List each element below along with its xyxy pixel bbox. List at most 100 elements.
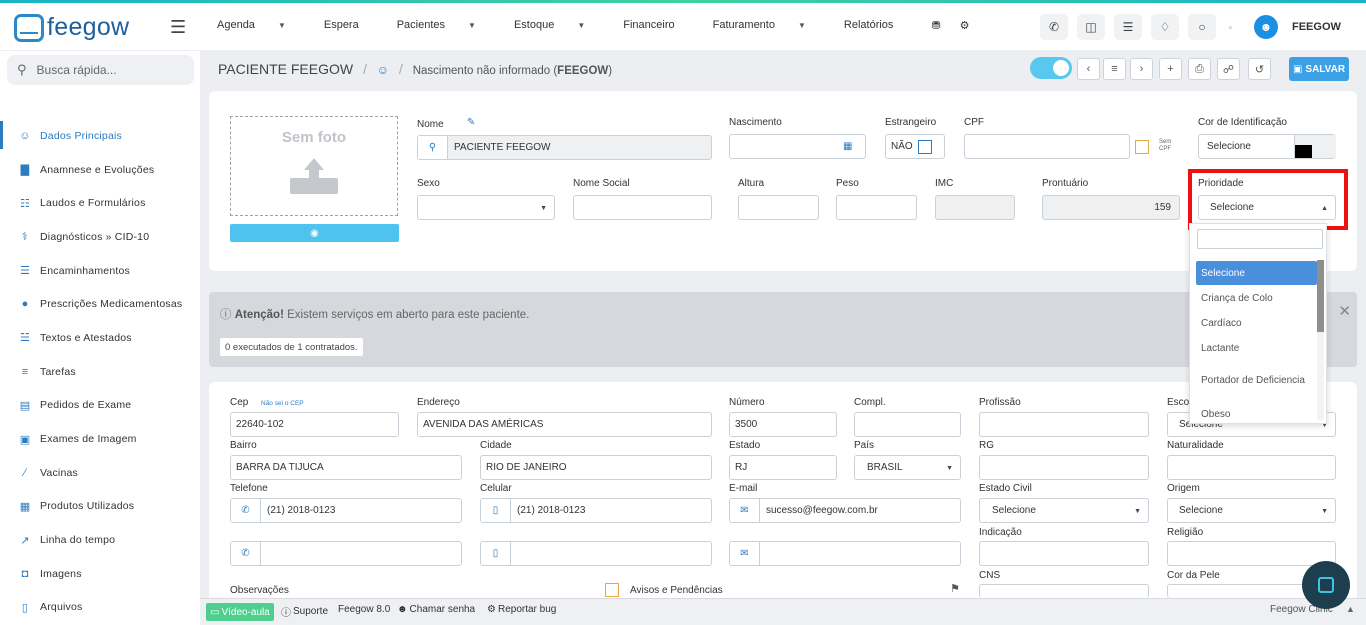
- nav-item-relat-rios[interactable]: Relatórios: [844, 19, 913, 32]
- caret-down-icon: ▼: [468, 21, 476, 30]
- floating-action-button[interactable]: [1302, 561, 1350, 609]
- share-icon[interactable]: ☍: [1217, 58, 1240, 80]
- chat-icon[interactable]: ○: [1188, 14, 1216, 40]
- numero-input[interactable]: 3500: [729, 412, 837, 437]
- nome-social-input[interactable]: [573, 195, 712, 220]
- list-patients-button[interactable]: ≡: [1103, 58, 1126, 80]
- cep-input[interactable]: 22640-102: [230, 412, 399, 437]
- origem-select[interactable]: Selecione ▼: [1167, 498, 1336, 523]
- cns-input[interactable]: [979, 584, 1149, 598]
- reportar-bug-button[interactable]: ⚙ Reportar bug: [487, 604, 556, 615]
- sidebar-item-tarefas[interactable]: ≡ Tarefas: [0, 355, 200, 389]
- celular-input[interactable]: ▯ (21) 2018-0123: [480, 498, 712, 523]
- nav-item-estoque[interactable]: Estoque ▼: [514, 19, 604, 32]
- rg-input[interactable]: [979, 455, 1149, 480]
- history-icon[interactable]: ↺: [1248, 58, 1271, 80]
- nome-input[interactable]: ⚲ PACIENTE FEEGOW: [417, 135, 712, 160]
- nav-item-espera[interactable]: Espera: [324, 19, 378, 32]
- photo-upload-area[interactable]: Sem foto: [230, 116, 398, 216]
- quick-search-input[interactable]: ⚲ Busca rápida...: [7, 55, 194, 85]
- gear-icon[interactable]: ⚙: [960, 19, 970, 32]
- color-swatch[interactable]: [1295, 145, 1312, 158]
- sidebar-item-anamnese-e-evolucoes[interactable]: ▇ Anamnese e Evoluções: [0, 153, 200, 187]
- sexo-select[interactable]: ▼: [417, 195, 555, 220]
- previous-patient-button[interactable]: ‹: [1077, 58, 1100, 80]
- estado-input[interactable]: RJ: [729, 455, 837, 480]
- calendar-icon[interactable]: ▦: [843, 141, 852, 152]
- religiao-input[interactable]: [1167, 541, 1336, 566]
- patient-toggle-switch[interactable]: [1030, 57, 1072, 79]
- dropdown-option[interactable]: Criança de Colo: [1196, 286, 1317, 310]
- dropdown-scrollbar[interactable]: [1317, 260, 1324, 420]
- camera-button[interactable]: ◉: [230, 224, 399, 242]
- nav-item-agenda[interactable]: Agenda ▼: [217, 19, 305, 32]
- scrollbar-thumb[interactable]: [1317, 260, 1324, 332]
- endereco-input[interactable]: AVENIDA DAS AMÉRICAS: [417, 412, 712, 437]
- checklist-icon[interactable]: ☰: [1114, 14, 1142, 40]
- video-aula-button[interactable]: ▭ Vídeo-aula: [206, 603, 274, 621]
- naturalidade-input[interactable]: [1167, 455, 1336, 480]
- next-patient-button[interactable]: ›: [1130, 58, 1153, 80]
- avisos-checkbox[interactable]: [605, 583, 619, 597]
- dropdown-search-input[interactable]: [1197, 229, 1323, 249]
- celular-2-input[interactable]: ▯: [480, 541, 712, 566]
- peso-input[interactable]: [836, 195, 917, 220]
- sidebar-item-produtos-utilizados[interactable]: ▦ Produtos Utilizados: [0, 490, 200, 524]
- cidade-input[interactable]: RIO DE JANEIRO: [480, 455, 712, 480]
- sidebar-item-exames-de-imagem[interactable]: ▣ Exames de Imagem: [0, 422, 200, 456]
- close-icon[interactable]: ✕: [1338, 302, 1351, 320]
- indicacao-input[interactable]: [979, 541, 1149, 566]
- dropdown-option[interactable]: Selecione: [1196, 261, 1317, 285]
- dropdown-option[interactable]: Cardíaco: [1196, 311, 1317, 335]
- bairro-input[interactable]: BARRA DA TIJUCA: [230, 455, 462, 480]
- add-patient-button[interactable]: +: [1159, 58, 1182, 80]
- cep-help-link[interactable]: Não sei o CEP: [261, 400, 304, 407]
- nav-item-financeiro[interactable]: Financeiro: [623, 19, 693, 32]
- user-avatar[interactable]: ☻: [1254, 15, 1278, 39]
- sidebar-item-laudos-e-formularios[interactable]: ☷ Laudos e Formulários: [0, 186, 200, 220]
- profissao-input[interactable]: [979, 412, 1149, 437]
- sidebar-item-vacinas[interactable]: ∕ Vacinas: [0, 456, 200, 490]
- sidebar-item-arquivos[interactable]: ▯ Arquivos: [0, 591, 200, 625]
- bell-icon[interactable]: ♢: [1151, 14, 1179, 40]
- telefone-input[interactable]: ✆ (21) 2018-0123: [230, 498, 462, 523]
- feegow-logo[interactable]: feegow: [14, 13, 129, 42]
- cpf-input[interactable]: [964, 134, 1130, 159]
- phone-icon[interactable]: ✆: [1040, 14, 1068, 40]
- estado-civil-select[interactable]: Selecione ▼: [979, 498, 1149, 523]
- dropdown-option[interactable]: Portador de Deficiencia: [1196, 361, 1317, 399]
- estrangeiro-checkbox[interactable]: [917, 139, 932, 154]
- save-button[interactable]: ▣ SALVAR: [1289, 57, 1349, 81]
- dropdown-option[interactable]: Obeso: [1196, 402, 1317, 426]
- sidebar-item-diagnosticos-cid-10[interactable]: ⚕ Diagnósticos » CID-10: [0, 220, 200, 254]
- nav-item-pacientes[interactable]: Pacientes ▼: [397, 19, 495, 32]
- print-icon[interactable]: ⎙: [1188, 58, 1211, 80]
- edit-name-icon[interactable]: ✎: [467, 117, 475, 128]
- sidebar-item-prescricoes-medicamentosas[interactable]: ● Prescrições Medicamentosas: [0, 287, 200, 321]
- document-icon: ☱: [19, 332, 31, 345]
- flag-icon[interactable]: ⚑: [950, 582, 960, 595]
- sidebar-item-pedidos-de-exame[interactable]: ▤ Pedidos de Exame: [0, 389, 200, 423]
- telefone-2-input[interactable]: ✆: [230, 541, 462, 566]
- hamburger-menu-icon[interactable]: ☰: [170, 17, 186, 38]
- pais-select[interactable]: BRASIL ▼: [854, 455, 961, 480]
- scroll-up-icon[interactable]: ▲: [1346, 604, 1355, 614]
- sidebar-item-imagens[interactable]: ◘ Imagens: [0, 557, 200, 591]
- sidebar-item-dados-principais[interactable]: ☺ Dados Principais: [0, 119, 200, 153]
- estrangeiro-toggle[interactable]: NÃO: [885, 134, 945, 159]
- sem-cpf-checkbox[interactable]: [1135, 140, 1149, 154]
- dropdown-option[interactable]: Lactante: [1196, 336, 1317, 360]
- compl-input[interactable]: [854, 412, 961, 437]
- database-icon[interactable]: ⛃: [931, 19, 940, 32]
- user-name[interactable]: FEEGOW: [1292, 21, 1341, 33]
- nav-item-faturamento[interactable]: Faturamento ▼: [713, 19, 825, 32]
- chamar-senha-button[interactable]: ☻ Chamar senha: [397, 604, 475, 615]
- suporte-link[interactable]: ⓘ Suporte: [281, 604, 328, 619]
- email-input[interactable]: ✉ sucesso@feegow.com.br: [729, 498, 961, 523]
- email-2-input[interactable]: ✉: [729, 541, 961, 566]
- inbox-icon[interactable]: ◫: [1077, 14, 1105, 40]
- sidebar-item-linha-do-tempo[interactable]: ↗ Linha do tempo: [0, 523, 200, 557]
- altura-input[interactable]: [738, 195, 819, 220]
- sidebar-item-encaminhamentos[interactable]: ☰ Encaminhamentos: [0, 254, 200, 288]
- sidebar-item-textos-e-atestados[interactable]: ☱ Textos e Atestados: [0, 321, 200, 355]
